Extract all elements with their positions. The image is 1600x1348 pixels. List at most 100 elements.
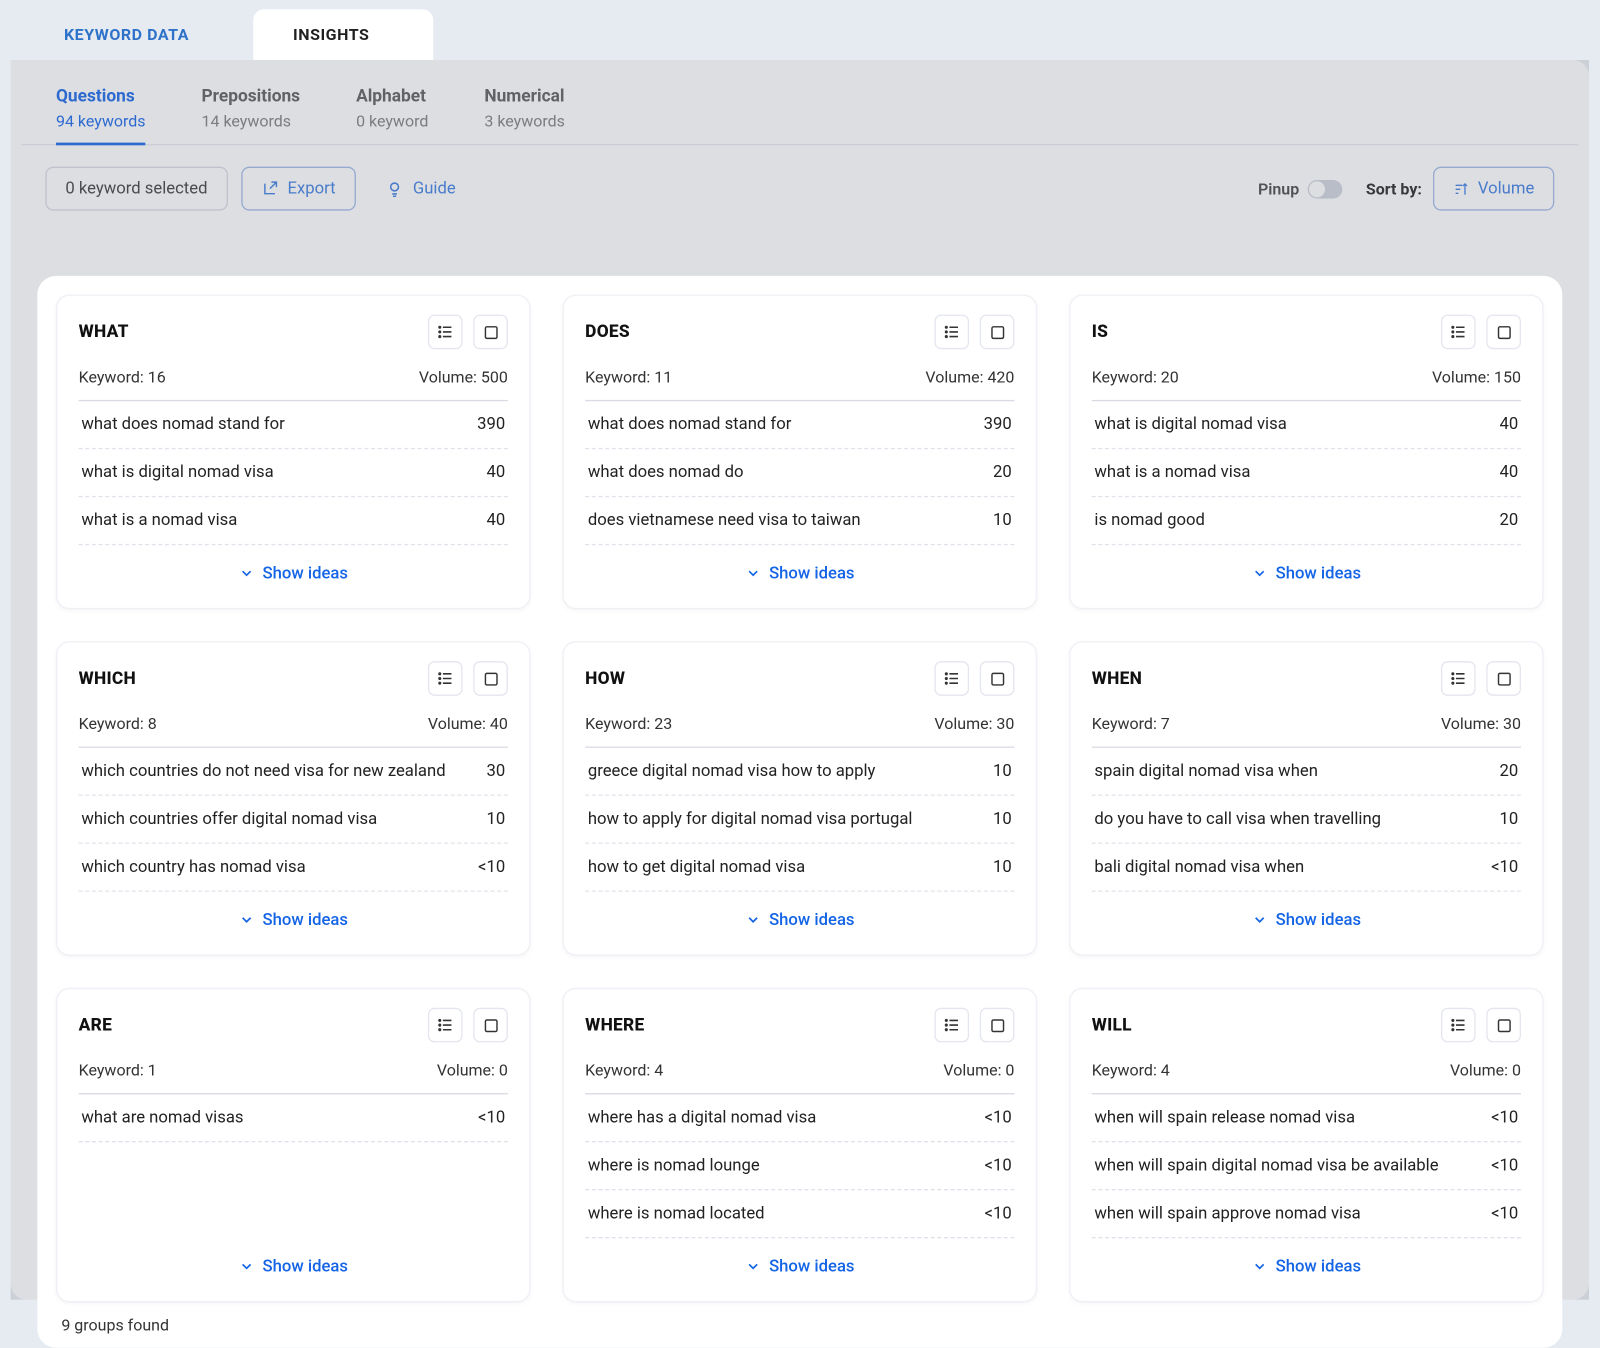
list-view-button[interactable] xyxy=(428,1008,463,1043)
keyword-row[interactable]: what is digital nomad visa40 xyxy=(1092,401,1521,449)
keyword-row[interactable]: do you have to call visa when travelling… xyxy=(1092,796,1521,844)
sub-tab-prepositions[interactable]: Prepositions14 keywords xyxy=(202,87,301,131)
card-will: WILLKeyword: 4Volume: 0when will spain r… xyxy=(1069,988,1544,1303)
list-view-button[interactable] xyxy=(934,661,969,696)
list-view-button[interactable] xyxy=(934,315,969,350)
keyword-row[interactable]: what is a nomad visa40 xyxy=(1092,449,1521,497)
select-all-checkbox[interactable] xyxy=(980,315,1015,350)
keyword-text: which country has nomad visa xyxy=(81,857,478,877)
select-all-checkbox[interactable] xyxy=(1486,661,1521,696)
keyword-row[interactable]: is nomad good20 xyxy=(1092,497,1521,545)
keyword-text: what does nomad stand for xyxy=(588,415,984,435)
keyword-row[interactable]: what does nomad stand for390 xyxy=(585,401,1014,449)
keyword-text: spain digital nomad visa when xyxy=(1094,761,1499,781)
card-title: WHERE xyxy=(585,1015,644,1035)
keyword-row[interactable]: greece digital nomad visa how to apply10 xyxy=(585,748,1014,796)
keyword-text: when will spain release nomad visa xyxy=(1094,1108,1491,1128)
keyword-row[interactable]: what does nomad stand for390 xyxy=(79,401,508,449)
keyword-volume: 10 xyxy=(993,857,1012,877)
keyword-row[interactable]: where is nomad located<10 xyxy=(585,1190,1014,1238)
card-volume: Volume: 0 xyxy=(1450,1061,1521,1080)
keyword-volume: 30 xyxy=(486,761,505,781)
keyword-text: what are nomad visas xyxy=(81,1108,478,1128)
checkbox-icon xyxy=(1495,323,1512,340)
keyword-row[interactable]: what is digital nomad visa40 xyxy=(79,449,508,497)
sub-tab-alphabet[interactable]: Alphabet0 keyword xyxy=(356,87,428,131)
tab-insights[interactable]: INSIGHTS xyxy=(253,9,433,60)
keyword-row[interactable]: how to get digital nomad visa10 xyxy=(585,844,1014,892)
selected-count-button[interactable]: 0 keyword selected xyxy=(45,167,227,211)
chevron-down-icon xyxy=(239,1258,255,1274)
list-view-button[interactable] xyxy=(428,661,463,696)
select-all-checkbox[interactable] xyxy=(1486,1008,1521,1043)
sub-tab-count: 94 keywords xyxy=(56,112,146,131)
show-ideas-label: Show ideas xyxy=(1276,563,1361,583)
keyword-row[interactable]: where is nomad lounge<10 xyxy=(585,1142,1014,1190)
keyword-row[interactable]: how to apply for digital nomad visa port… xyxy=(585,796,1014,844)
keyword-row[interactable]: bali digital nomad visa when<10 xyxy=(1092,844,1521,892)
select-all-checkbox[interactable] xyxy=(473,1008,508,1043)
keyword-row[interactable]: what is a nomad visa40 xyxy=(79,497,508,545)
keyword-volume: <10 xyxy=(985,1204,1012,1224)
show-ideas-link[interactable]: Show ideas xyxy=(745,563,854,583)
show-ideas-link[interactable]: Show ideas xyxy=(1252,563,1361,583)
keyword-row[interactable]: when will spain release nomad visa<10 xyxy=(1092,1094,1521,1142)
export-button[interactable]: Export xyxy=(241,167,356,211)
show-ideas-label: Show ideas xyxy=(1276,910,1361,930)
show-ideas-link[interactable]: Show ideas xyxy=(239,910,348,930)
keyword-row[interactable]: what does nomad do20 xyxy=(585,449,1014,497)
select-all-checkbox[interactable] xyxy=(1486,315,1521,350)
keyword-row[interactable]: does vietnamese need visa to taiwan10 xyxy=(585,497,1014,545)
list-view-button[interactable] xyxy=(1441,1008,1476,1043)
show-ideas-link[interactable]: Show ideas xyxy=(745,1256,854,1276)
keyword-text: greece digital nomad visa how to apply xyxy=(588,761,993,781)
checkbox-icon xyxy=(1495,1016,1512,1033)
sub-tab-questions[interactable]: Questions94 keywords xyxy=(56,87,146,131)
keyword-row[interactable]: what are nomad visas<10 xyxy=(79,1094,508,1142)
keyword-row[interactable]: which country has nomad visa<10 xyxy=(79,844,508,892)
list-view-button[interactable] xyxy=(934,1008,969,1043)
keyword-text: what is digital nomad visa xyxy=(81,463,486,483)
card-title: IS xyxy=(1092,322,1108,342)
keyword-row[interactable]: when will spain digital nomad visa be av… xyxy=(1092,1142,1521,1190)
show-ideas-link[interactable]: Show ideas xyxy=(239,563,348,583)
keyword-row[interactable]: when will spain approve nomad visa<10 xyxy=(1092,1190,1521,1238)
keyword-volume: 40 xyxy=(1500,463,1519,483)
keyword-volume: <10 xyxy=(478,1108,505,1128)
list-view-button[interactable] xyxy=(428,315,463,350)
sub-tab-numerical[interactable]: Numerical3 keywords xyxy=(484,87,565,131)
show-ideas-label: Show ideas xyxy=(769,563,854,583)
keyword-volume: 20 xyxy=(1500,761,1519,781)
select-all-checkbox[interactable] xyxy=(473,315,508,350)
keyword-volume: 10 xyxy=(486,809,505,829)
show-ideas-link[interactable]: Show ideas xyxy=(239,1256,348,1276)
select-all-checkbox[interactable] xyxy=(980,661,1015,696)
keyword-volume: <10 xyxy=(1491,1108,1518,1128)
show-ideas-link[interactable]: Show ideas xyxy=(1252,910,1361,930)
show-ideas-link[interactable]: Show ideas xyxy=(745,910,854,930)
checkbox-icon xyxy=(482,670,499,687)
keyword-row[interactable]: which countries do not need visa for new… xyxy=(79,748,508,796)
show-ideas-link[interactable]: Show ideas xyxy=(1252,1256,1361,1276)
card-title: HOW xyxy=(585,668,625,688)
keyword-text: which countries offer digital nomad visa xyxy=(81,809,486,829)
list-view-button[interactable] xyxy=(1441,315,1476,350)
card-keyword-count: Keyword: 4 xyxy=(585,1061,663,1080)
select-all-checkbox[interactable] xyxy=(980,1008,1015,1043)
guide-button[interactable]: Guide xyxy=(366,168,474,209)
show-ideas-label: Show ideas xyxy=(263,910,348,930)
card-keyword-count: Keyword: 7 xyxy=(1092,714,1170,733)
panel: Questions94 keywords Prepositions14 keywo… xyxy=(11,60,1589,1300)
pinup-switch[interactable] xyxy=(1307,179,1342,198)
select-all-checkbox[interactable] xyxy=(473,661,508,696)
keyword-row[interactable]: spain digital nomad visa when20 xyxy=(1092,748,1521,796)
keyword-volume: 390 xyxy=(477,415,505,435)
card-keyword-count: Keyword: 1 xyxy=(79,1061,157,1080)
keyword-row[interactable]: where has a digital nomad visa<10 xyxy=(585,1094,1014,1142)
tab-keyword-data[interactable]: KEYWORD DATA xyxy=(24,9,253,60)
pinup-label: Pinup xyxy=(1258,179,1299,198)
sort-by-button[interactable]: Volume xyxy=(1433,167,1555,211)
list-view-button[interactable] xyxy=(1441,661,1476,696)
keyword-row[interactable]: which countries offer digital nomad visa… xyxy=(79,796,508,844)
keyword-volume: 40 xyxy=(486,511,505,531)
